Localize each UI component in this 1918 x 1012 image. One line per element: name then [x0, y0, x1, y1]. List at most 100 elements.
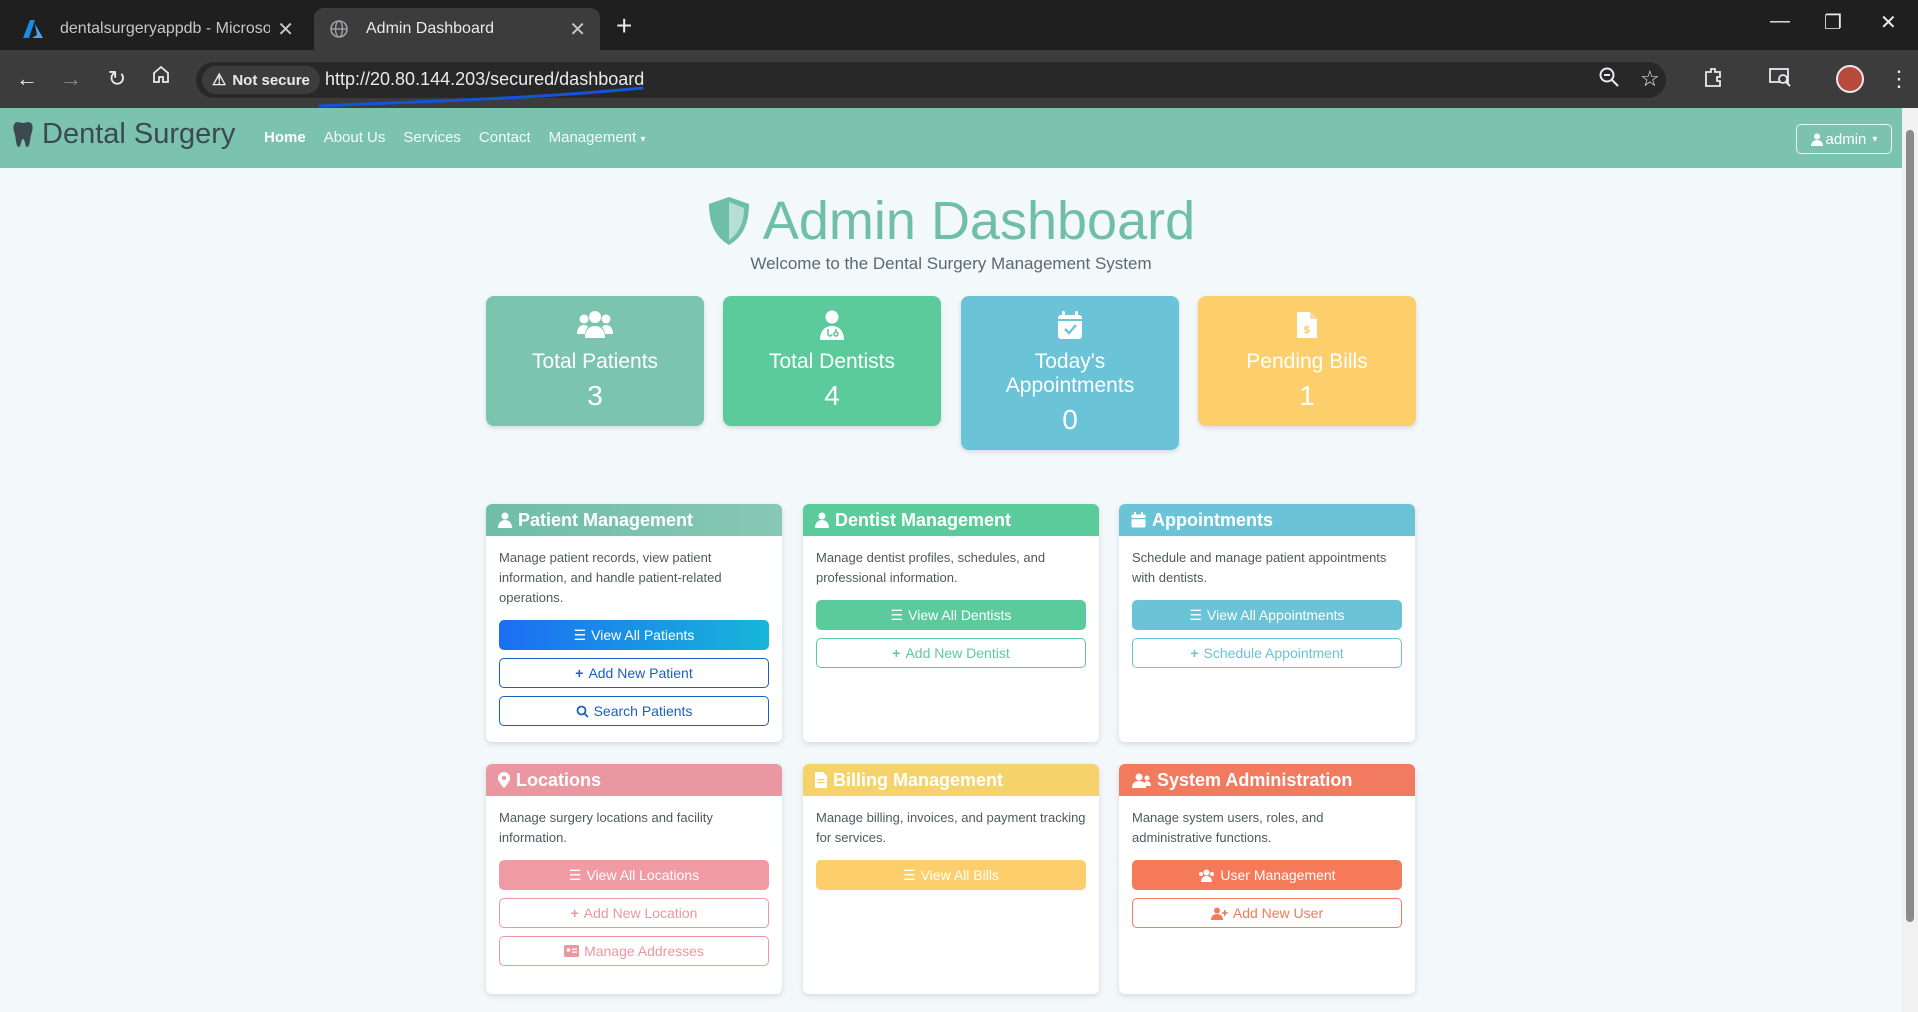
nav-about[interactable]: About Us	[324, 129, 386, 146]
card-appointments: Appointments Schedule and manage patient…	[1119, 504, 1415, 742]
card-header: Patient Management	[486, 504, 782, 536]
dentist-icon	[820, 310, 844, 340]
warning-icon: ⚠	[212, 72, 227, 89]
scrollbar-thumb[interactable]	[1906, 130, 1914, 922]
bookmark-star-icon[interactable]: ☆	[1640, 66, 1660, 92]
forward-icon[interactable]: →	[56, 66, 86, 92]
card-title: System Administration	[1157, 769, 1353, 790]
nav-services[interactable]: Services	[403, 129, 461, 146]
profile-avatar[interactable]	[1836, 65, 1864, 93]
stat-label: Pending Bills	[1246, 350, 1368, 373]
manage-addresses-button[interactable]: Manage Addresses	[499, 936, 769, 966]
card-header: Billing Management	[803, 764, 1099, 796]
menu-kebab-icon[interactable]: ⋮	[1888, 66, 1910, 92]
card-title: Dentist Management	[835, 509, 1012, 530]
nav-contact[interactable]: Contact	[479, 129, 531, 146]
view-all-appointments-button[interactable]: ☰ View All Appointments	[1132, 600, 1402, 630]
close-window-icon[interactable]: ✕	[1880, 10, 1897, 35]
page-title-row: Admin Dashboard	[707, 190, 1195, 252]
invoice-icon: $	[1297, 312, 1317, 338]
new-tab-icon[interactable]: +	[616, 10, 632, 42]
button-label: Search Patients	[593, 703, 693, 719]
view-all-locations-button[interactable]: ☰ View All Locations	[499, 860, 769, 890]
view-all-dentists-button[interactable]: ☰ View All Dentists	[816, 600, 1086, 630]
search-patients-button[interactable]: Search Patients	[499, 696, 769, 726]
schedule-appointment-button[interactable]: + Schedule Appointment	[1132, 638, 1402, 668]
card-patient-management: Patient Management Manage patient record…	[486, 504, 782, 742]
page-title: Admin Dashboard	[762, 191, 1196, 251]
stat-value: 3	[587, 380, 603, 411]
card-title: Appointments	[1152, 509, 1273, 530]
minimize-icon[interactable]: —	[1770, 10, 1790, 33]
add-new-dentist-button[interactable]: + Add New Dentist	[816, 638, 1086, 668]
dentist-icon	[815, 512, 829, 528]
plus-icon: +	[892, 645, 901, 661]
back-icon[interactable]: ←	[12, 66, 42, 92]
tab-title: Admin Dashboard	[366, 20, 495, 37]
users-icon	[577, 311, 613, 338]
close-tab-icon[interactable]: ✕	[277, 17, 294, 42]
invoice-icon	[815, 772, 827, 788]
add-new-patient-button[interactable]: + Add New Patient	[499, 658, 769, 688]
home-icon[interactable]	[146, 64, 176, 90]
extensions-icon[interactable]	[1702, 66, 1724, 94]
close-tab-icon[interactable]: ✕	[569, 17, 586, 42]
button-label: View All Locations	[586, 867, 700, 883]
card-description: Schedule and manage patient appointments…	[1132, 550, 1387, 585]
list-icon: ☰	[890, 606, 904, 623]
restore-icon[interactable]: ❐	[1824, 10, 1842, 35]
nav-home[interactable]: Home	[264, 129, 306, 146]
button-label: Add New Dentist	[905, 645, 1010, 661]
stat-todays-appointments: Today's Appointments 0	[961, 296, 1179, 450]
card-header: Appointments	[1119, 504, 1415, 536]
azure-icon	[22, 18, 44, 40]
user-name: admin	[1825, 130, 1867, 148]
tab-strip: dentalsurgeryappdb - Microsoft ✕ Admin D…	[0, 0, 1918, 50]
stat-total-dentists: Total Dentists 4	[723, 296, 941, 426]
button-label: User Management	[1220, 867, 1336, 883]
card-title: Billing Management	[833, 769, 1004, 790]
users-icon	[1199, 869, 1215, 882]
security-label: Not secure	[232, 71, 310, 89]
security-chip[interactable]: ⚠ Not secure	[202, 66, 320, 94]
card-description: Manage system users, roles, and administ…	[1132, 810, 1324, 845]
stat-pending-bills: $ Pending Bills 1	[1198, 296, 1416, 426]
card-title: Patient Management	[518, 509, 694, 530]
site-navbar: Dental Surgery Home About Us Services Co…	[0, 108, 1902, 168]
list-icon: ☰	[1189, 606, 1203, 623]
tab-azure[interactable]: dentalsurgeryappdb - Microsoft ✕	[8, 8, 308, 50]
user-icon	[1810, 133, 1823, 146]
caret-down-icon: ▾	[640, 134, 646, 145]
tab-admin-dashboard[interactable]: Admin Dashboard ✕	[314, 8, 600, 50]
media-search-icon[interactable]	[1768, 66, 1792, 94]
list-icon: ☰	[903, 866, 916, 883]
button-label: Schedule Appointment	[1203, 645, 1344, 661]
calendar-icon	[1131, 512, 1146, 528]
view-all-patients-button[interactable]: ☰ View All Patients	[499, 620, 769, 650]
user-management-button[interactable]: User Management	[1132, 860, 1402, 890]
card-header: Dentist Management	[803, 504, 1099, 536]
nav-management-dropdown[interactable]: Management ▾	[549, 129, 646, 146]
globe-icon	[328, 18, 350, 40]
nav-links: Home About Us Services Contact Managemen…	[264, 129, 645, 146]
address-card-icon	[564, 945, 580, 957]
web-page: Dental Surgery Home About Us Services Co…	[0, 108, 1902, 1012]
view-all-bills-button[interactable]: ☰ View All Bills	[816, 860, 1086, 890]
add-new-location-button[interactable]: + Add New Location	[499, 898, 769, 928]
card-dentist-management: Dentist Management Manage dentist profil…	[803, 504, 1099, 742]
button-label: View All Bills	[920, 867, 999, 883]
reload-icon[interactable]: ↻	[102, 66, 132, 92]
card-description: Manage dentist profiles, schedules, and …	[816, 550, 1046, 585]
card-header: Locations	[486, 764, 782, 796]
brand-link[interactable]: Dental Surgery	[12, 118, 235, 151]
add-new-user-button[interactable]: Add New User	[1132, 898, 1402, 928]
stat-label: Total Dentists	[768, 350, 896, 373]
stat-value: 1	[1299, 380, 1315, 411]
stat-value: 0	[1062, 404, 1078, 435]
tab-title: dentalsurgeryappdb - Microsoft	[60, 20, 270, 37]
user-menu-button[interactable]: admin ▾	[1796, 124, 1892, 154]
button-label: Add New User	[1232, 905, 1324, 921]
zoom-icon[interactable]	[1598, 66, 1620, 94]
stat-total-patients: Total Patients 3	[486, 296, 704, 426]
nav-management-label: Management	[548, 129, 637, 146]
